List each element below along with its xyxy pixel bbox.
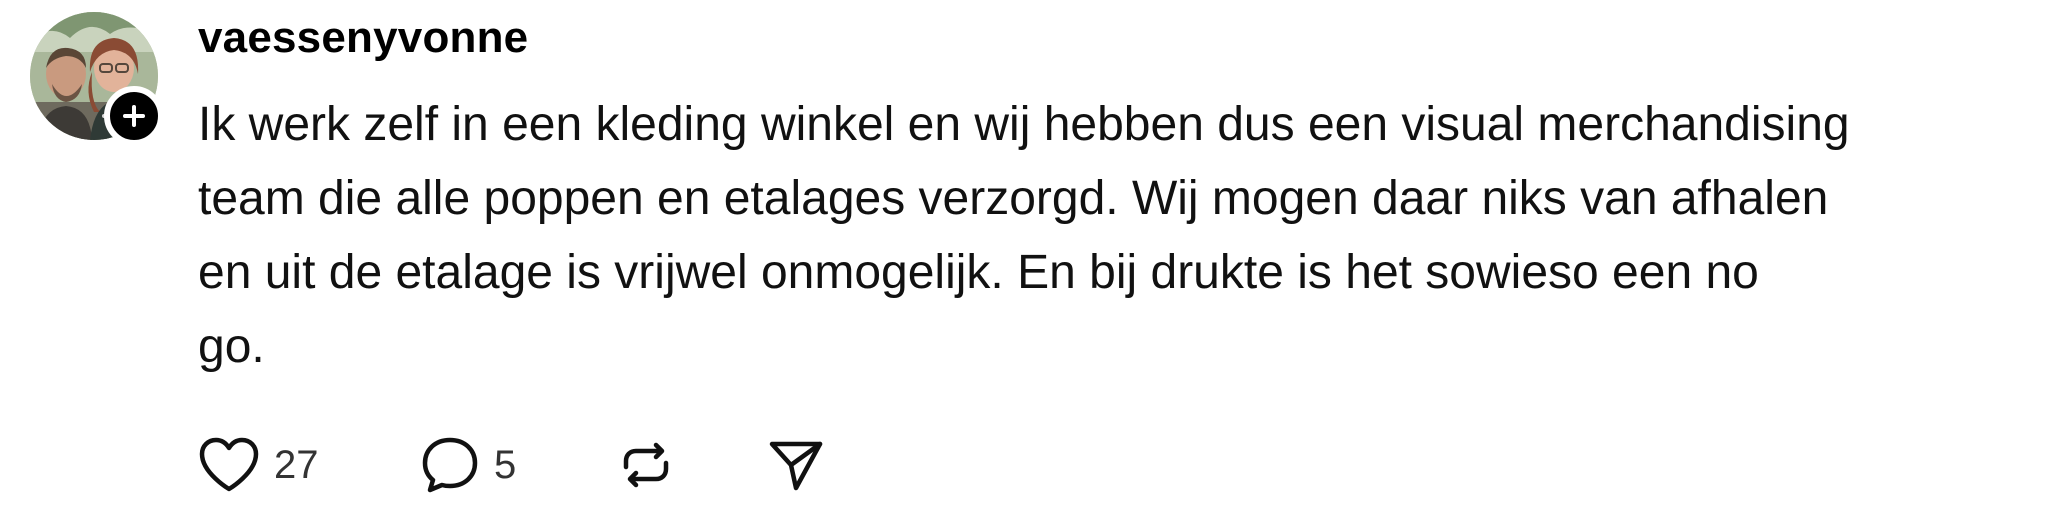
repost-button[interactable]	[616, 432, 676, 498]
avatar-container	[30, 12, 164, 146]
plus-icon	[123, 105, 145, 127]
comment-post: vaessenyvonne Ik werk zelf in een kledin…	[0, 0, 2058, 506]
comment-text-line: team die alle poppen en etalages verzorg…	[198, 172, 1829, 225]
speech-bubble-icon	[422, 437, 478, 493]
comment-text-line: Ik werk zelf in een kleding winkel en wi…	[198, 98, 1850, 151]
comment-text: Ik werk zelf in een kleding winkel en wi…	[198, 88, 2048, 384]
reply-count: 5	[494, 443, 517, 487]
comment-text-line: en uit de etalage is vrijwel onmogelijk.…	[198, 246, 1759, 299]
like-count: 27	[274, 443, 319, 487]
follow-button[interactable]	[104, 86, 164, 146]
like-button[interactable]: 27	[198, 432, 319, 498]
share-button[interactable]	[766, 432, 826, 498]
username[interactable]: vaessenyvonne	[198, 10, 528, 66]
comment-text-line: go.	[198, 320, 265, 373]
reply-button[interactable]: 5	[420, 432, 516, 498]
send-icon	[769, 441, 823, 491]
repost-icon	[623, 442, 669, 488]
heart-icon	[199, 437, 259, 492]
